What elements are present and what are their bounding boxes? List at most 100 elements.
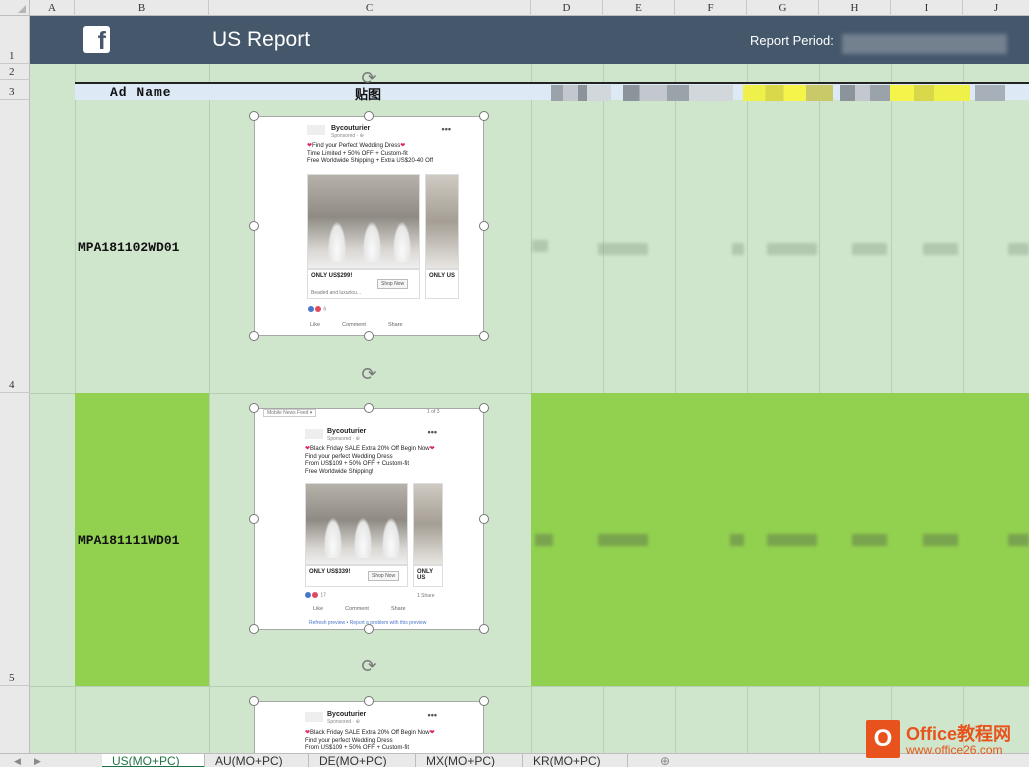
card-body-text: ❤Black Friday SALE Extra 20% Off Begin N… [305, 446, 475, 476]
rotate-handle-icon[interactable]: ⟳ [359, 364, 379, 384]
reaction-count: 17 [305, 592, 326, 598]
card-brand: Bycouturier [327, 428, 367, 435]
more-options-icon: ••• [441, 124, 451, 134]
sheet-tab-kr[interactable]: KR(MO+PC) [523, 754, 628, 767]
card-body-text: ❤Find your Perfect Wedding Dress❤ Time L… [307, 143, 477, 166]
price-box: ONLY US [425, 269, 459, 299]
redacted-header [890, 85, 970, 101]
redacted-value [923, 534, 958, 546]
brand-avatar [305, 712, 323, 722]
resize-handle-icon[interactable] [364, 331, 374, 341]
card-line: Find your perfect Wedding Dress [305, 453, 393, 460]
sheet-tab-au[interactable]: AU(MO+PC) [205, 754, 309, 767]
resize-handle-icon[interactable] [479, 624, 489, 634]
next-sheet-icon[interactable]: ▶ [34, 756, 41, 767]
cell-grid[interactable]: f US Report Report Period: Ad Name 贴图 点击 [30, 16, 1029, 753]
column-header-d[interactable]: D [531, 0, 603, 16]
sheet-tab-us[interactable]: US(MO+PC) [102, 754, 205, 767]
row-header-5[interactable]: 5 [0, 393, 30, 686]
table-row[interactable]: MPA181111WD01 [30, 393, 1029, 686]
column-header-g[interactable]: G [747, 0, 819, 16]
ad-preview-image[interactable]: Bycouturier Sponsored · ⊕ ••• ❤Find your… [254, 116, 484, 336]
rotate-handle-icon[interactable]: ⟳ [359, 656, 379, 676]
resize-handle-icon[interactable] [479, 331, 489, 341]
row-header-1[interactable]: 1 [0, 16, 30, 64]
column-header-b[interactable]: B [75, 0, 209, 16]
column-header-e[interactable]: E [603, 0, 675, 16]
column-header-h[interactable]: H [819, 0, 891, 16]
card-sponsored: Sponsored · ⊕ [327, 719, 360, 725]
redacted-value [732, 243, 744, 255]
sheet-tab-mx[interactable]: MX(MO+PC) [416, 754, 523, 767]
row-header-3[interactable]: 3 [0, 80, 30, 100]
like-action: Like [313, 606, 324, 612]
resize-handle-icon[interactable] [249, 331, 259, 341]
like-action: Like [310, 322, 321, 328]
more-options-icon: ••• [427, 710, 437, 720]
dress-figure [324, 518, 342, 558]
shop-now-button: Shop Now [368, 571, 400, 581]
resize-handle-icon[interactable] [249, 403, 259, 413]
card-line: Find your Perfect Wedding Dress [312, 143, 401, 149]
love-reaction-icon [312, 592, 318, 598]
resize-handle-icon[interactable] [479, 403, 489, 413]
share-count: 1 Share [417, 593, 435, 599]
share-action: Share [390, 606, 406, 612]
sheet-tab-de[interactable]: DE(MO+PC) [309, 754, 416, 767]
redacted-value [532, 240, 548, 252]
share-action: Share [387, 322, 403, 328]
redacted-header [623, 85, 733, 101]
resize-handle-icon[interactable] [364, 624, 374, 634]
column-header-i[interactable]: I [891, 0, 963, 16]
ad-name-cell[interactable]: MPA181102WD01 [78, 240, 179, 255]
resize-handle-icon[interactable] [249, 624, 259, 634]
site-watermark: O Office教程网 www.office26.com [866, 720, 1026, 758]
add-sheet-icon[interactable]: ⊕ [660, 754, 670, 767]
price-box: ONLY US [413, 565, 443, 587]
resize-handle-icon[interactable] [249, 696, 259, 706]
report-title: US Report [212, 28, 311, 51]
card-line: Free Worldwide Shipping + Extra US$20-40… [307, 158, 434, 164]
feed-selector: Mobile News Feed ▾ [263, 409, 317, 417]
redacted-value [1008, 534, 1029, 546]
column-header-j[interactable]: J [963, 0, 1029, 16]
row-number: 3 [9, 86, 15, 98]
card-description: Beaded and luxuriou... [311, 290, 362, 296]
price-text: ONLY US [417, 569, 434, 581]
resize-handle-icon[interactable] [479, 696, 489, 706]
card-line: Time Limited + 50% OFF + Custom-fit [307, 150, 408, 157]
redacted-value [852, 243, 887, 255]
dress-photo [305, 483, 408, 565]
card-body-text: ❤Black Friday SALE Extra 20% Off Begin N… [305, 730, 475, 753]
row-header-2[interactable]: 2 [0, 64, 30, 80]
dress-figure [363, 222, 381, 262]
resize-handle-icon[interactable] [249, 514, 259, 524]
prev-sheet-icon[interactable]: ◀ [14, 756, 21, 767]
resize-handle-icon[interactable] [364, 111, 374, 121]
rotate-handle-icon[interactable]: ⟳ [359, 68, 379, 88]
resize-handle-icon[interactable] [479, 221, 489, 231]
resize-handle-icon[interactable] [479, 514, 489, 524]
resize-handle-icon[interactable] [479, 111, 489, 121]
card-line: Free Worldwide Shipping! [305, 468, 374, 475]
report-period-label: Report Period: [750, 33, 834, 48]
comment-action: Comment [342, 322, 366, 328]
dress-figure [328, 222, 346, 262]
resize-handle-icon[interactable] [364, 696, 374, 706]
ad-name-cell[interactable]: MPA181111WD01 [78, 533, 179, 548]
column-header-a[interactable]: A [30, 0, 75, 16]
resize-handle-icon[interactable] [249, 111, 259, 121]
ad-preview-image[interactable]: Mobile News Feed ▾ 1 of 3 Bycouturier Sp… [254, 408, 484, 630]
row-header-4[interactable]: 4 [0, 100, 30, 393]
ad-preview-image[interactable]: Bycouturier Sponsored · ⊕ ••• ❤Black Fri… [254, 701, 484, 753]
dress-figure [393, 222, 411, 262]
redacted-header [975, 85, 1005, 101]
dress-photo [307, 174, 420, 269]
resize-handle-icon[interactable] [249, 221, 259, 231]
table-row[interactable]: MPA181102WD01 [30, 100, 1029, 393]
redacted-header [743, 85, 833, 101]
resize-handle-icon[interactable] [364, 403, 374, 413]
column-header-c[interactable]: C [209, 0, 531, 16]
column-header-f[interactable]: F [675, 0, 747, 16]
select-all-corner[interactable] [0, 0, 30, 16]
